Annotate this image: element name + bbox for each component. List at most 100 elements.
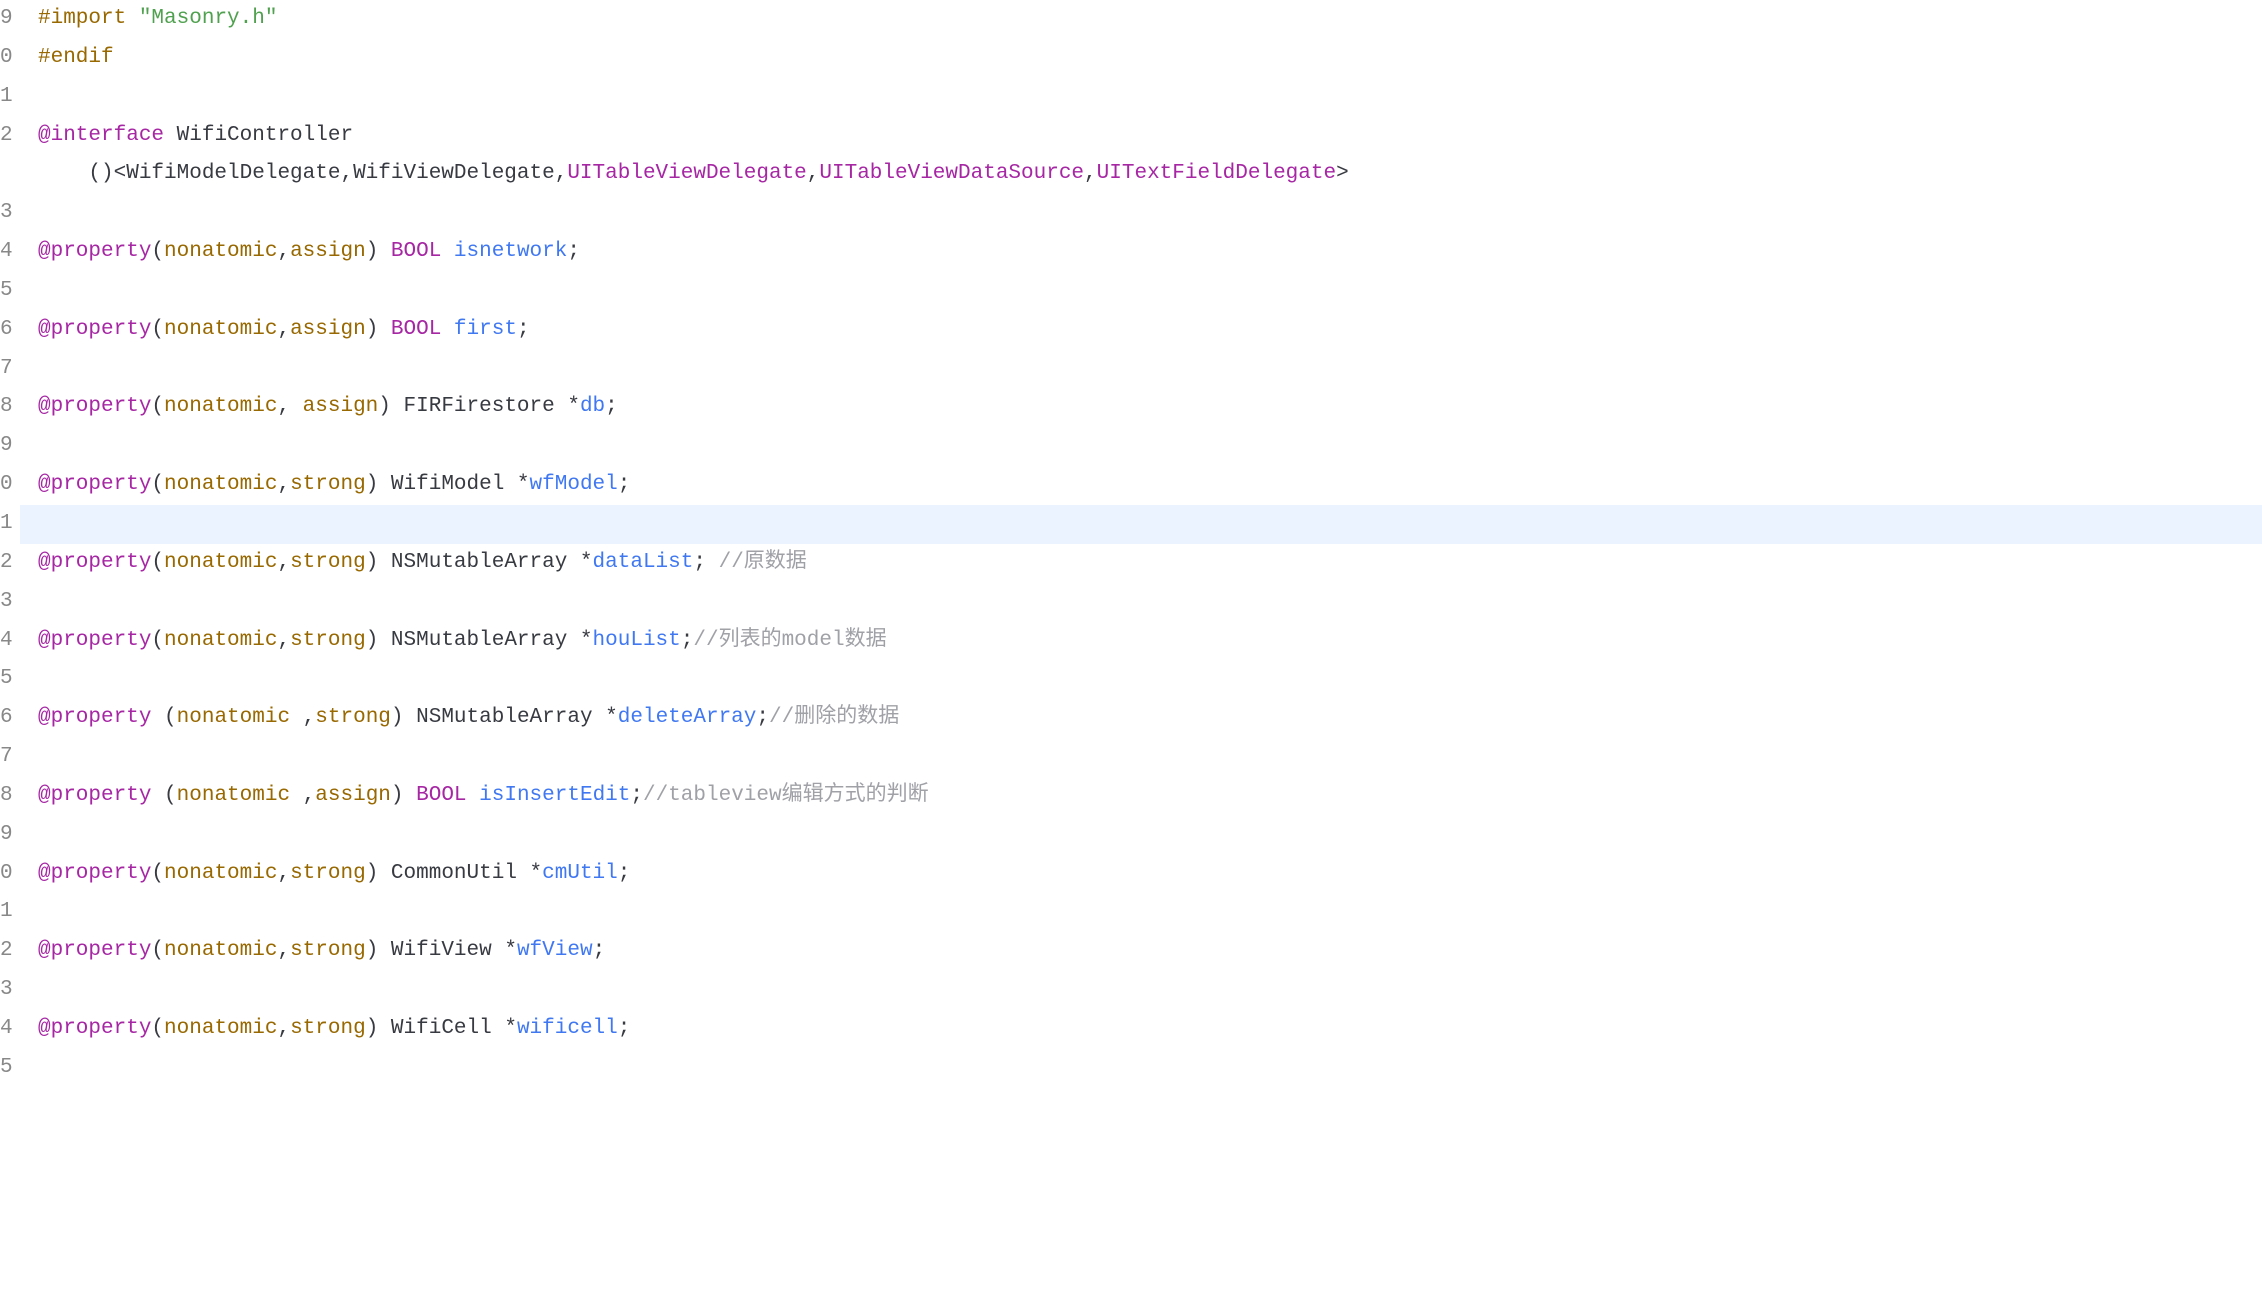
property-name: cmUtil	[542, 862, 618, 885]
property-name: first	[441, 318, 517, 341]
property-attr: nonatomic	[164, 240, 277, 263]
protocol-name: UITableViewDataSource	[819, 162, 1084, 185]
code-line[interactable]	[38, 660, 2262, 699]
property-name: houList	[593, 629, 681, 652]
code-line[interactable]: @property(nonatomic,strong) WifiCell *wi…	[38, 1010, 2262, 1049]
line-number	[0, 155, 8, 194]
line-number: 0	[0, 466, 8, 505]
line-number: 9	[0, 427, 8, 466]
protocol-name: UITableViewDelegate	[567, 162, 806, 185]
property-name: isnetwork	[441, 240, 567, 263]
objc-keyword: @property	[38, 784, 151, 807]
line-number: 3	[0, 194, 8, 233]
property-attr: strong	[290, 551, 366, 574]
property-attr: strong	[290, 1017, 366, 1040]
type: FIRFirestore *	[404, 395, 580, 418]
type: BOOL	[391, 240, 441, 263]
property-attr: strong	[290, 629, 366, 652]
code-line[interactable]: @property(nonatomic,strong) NSMutableArr…	[38, 544, 2262, 583]
property-name: dataList	[593, 551, 694, 574]
line-number: 3	[0, 583, 8, 622]
code-line[interactable]	[38, 738, 2262, 777]
code-line[interactable]	[38, 78, 2262, 117]
line-number: 2	[0, 544, 8, 583]
code-line[interactable]: @interface WifiController	[38, 117, 2262, 156]
property-name: deleteArray	[618, 706, 757, 729]
objc-keyword: @property	[38, 473, 151, 496]
type: BOOL	[416, 784, 466, 807]
code-line[interactable]	[38, 971, 2262, 1010]
property-attr: nonatomic	[164, 473, 277, 496]
property-attr: assign	[303, 395, 379, 418]
code-line-highlighted[interactable]	[20, 505, 2262, 544]
code-content[interactable]: #import "Masonry.h" #endif @interface Wi…	[20, 0, 2262, 1088]
code-line[interactable]	[38, 583, 2262, 622]
code-line[interactable]: @property (nonatomic ,assign) BOOL isIns…	[38, 777, 2262, 816]
comment: //列表的model数据	[693, 629, 886, 652]
property-attr: assign	[315, 784, 391, 807]
line-number: 0	[0, 39, 8, 78]
property-attr: nonatomic	[177, 706, 290, 729]
property-attr: strong	[290, 939, 366, 962]
code-line[interactable]: ()<WifiModelDelegate,WifiViewDelegate,UI…	[38, 155, 2262, 194]
string-literal: "Masonry.h"	[139, 7, 278, 30]
property-attr: nonatomic	[164, 862, 277, 885]
objc-keyword: @property	[38, 318, 151, 341]
line-number: 8	[0, 777, 8, 816]
code-line[interactable]: @property(nonatomic,strong) WifiView *wf…	[38, 932, 2262, 971]
line-number: 1	[0, 505, 8, 544]
preprocessor-directive: #import	[38, 7, 126, 30]
code-line[interactable]: @property(nonatomic,assign) BOOL first;	[38, 311, 2262, 350]
type: WifiView *	[391, 939, 517, 962]
line-number: 1	[0, 78, 8, 117]
code-line[interactable]	[38, 1049, 2262, 1088]
property-attr: nonatomic	[164, 1017, 277, 1040]
line-number: 2	[0, 932, 8, 971]
objc-keyword: @property	[38, 706, 151, 729]
property-attr: strong	[315, 706, 391, 729]
gutter: 9 0 1 2 3 4 5 6 7 8 9 0 1 2 3 4 5 6 7 8 …	[0, 0, 20, 1088]
code-line[interactable]	[38, 350, 2262, 389]
code-line[interactable]: @property(nonatomic,assign) BOOL isnetwo…	[38, 233, 2262, 272]
objc-keyword: @property	[38, 395, 151, 418]
preprocessor-directive: #endif	[38, 46, 114, 69]
code-line[interactable]: @property(nonatomic,strong) CommonUtil *…	[38, 855, 2262, 894]
code-editor[interactable]: 9 0 1 2 3 4 5 6 7 8 9 0 1 2 3 4 5 6 7 8 …	[0, 0, 2262, 1088]
objc-keyword: @property	[38, 1017, 151, 1040]
code-line[interactable]: #endif	[38, 39, 2262, 78]
line-number: 5	[0, 1049, 8, 1088]
line-number: 8	[0, 388, 8, 427]
line-number: 6	[0, 699, 8, 738]
type: WifiModel *	[391, 473, 530, 496]
code-line[interactable]: @property(nonatomic,strong) WifiModel *w…	[38, 466, 2262, 505]
property-name: db	[580, 395, 605, 418]
code-line[interactable]	[38, 427, 2262, 466]
class-name: WifiController	[164, 124, 353, 147]
line-number: 9	[0, 816, 8, 855]
line-number: 1	[0, 893, 8, 932]
code-line[interactable]	[38, 194, 2262, 233]
property-attr: nonatomic	[164, 551, 277, 574]
code-line[interactable]: @property (nonatomic ,strong) NSMutableA…	[38, 699, 2262, 738]
property-attr: strong	[290, 473, 366, 496]
line-number: 4	[0, 622, 8, 661]
objc-keyword: @property	[38, 629, 151, 652]
code-line[interactable]: @property(nonatomic,strong) NSMutableArr…	[38, 622, 2262, 661]
code-line[interactable]: #import "Masonry.h"	[38, 0, 2262, 39]
type: NSMutableArray *	[391, 629, 593, 652]
type: WifiCell *	[391, 1017, 517, 1040]
code-line[interactable]	[38, 893, 2262, 932]
objc-keyword: @property	[38, 862, 151, 885]
line-number: 0	[0, 855, 8, 894]
punct: ()<	[38, 162, 126, 185]
protocol-name: WifiModelDelegate	[126, 162, 340, 185]
property-attr: nonatomic	[177, 784, 290, 807]
line-number: 3	[0, 971, 8, 1010]
property-attr: assign	[290, 240, 366, 263]
comment: //tableview编辑方式的判断	[643, 784, 929, 807]
code-line[interactable]: @property(nonatomic, assign) FIRFirestor…	[38, 388, 2262, 427]
code-line[interactable]	[38, 272, 2262, 311]
objc-keyword: @interface	[38, 124, 164, 147]
code-line[interactable]	[38, 816, 2262, 855]
type: CommonUtil *	[391, 862, 542, 885]
